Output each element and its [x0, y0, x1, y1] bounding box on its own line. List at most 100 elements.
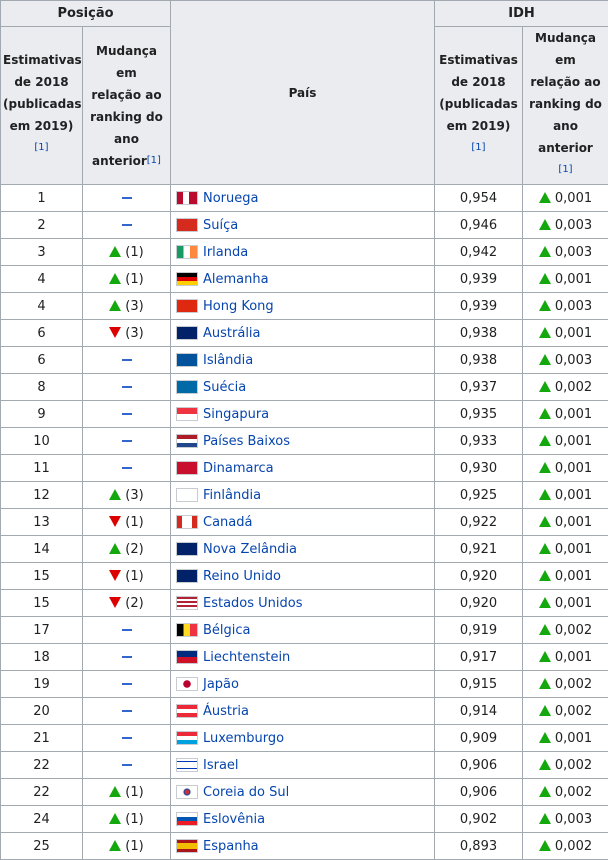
country-cell: Finlândia	[171, 482, 435, 509]
country-link[interactable]: Israel	[203, 758, 239, 773]
usa-flag-icon	[176, 596, 198, 610]
uk-flag-icon	[176, 569, 198, 583]
no-change-icon	[122, 710, 132, 712]
rank-change-header: Mudança em relação ao ranking do ano ant…	[83, 27, 171, 185]
canada-flag-icon	[176, 515, 198, 529]
rank-down-icon	[109, 597, 121, 608]
idh-change-value: 0,001	[555, 569, 592, 584]
rank-change-cell	[83, 374, 171, 401]
country-link[interactable]: Liechtenstein	[203, 650, 290, 665]
rank-change-value: (1)	[125, 272, 143, 287]
rank-cell: 22	[1, 752, 83, 779]
country-cell: Irlanda	[171, 239, 435, 266]
idh-change-value: 0,001	[555, 191, 592, 206]
idh-cell: 0,942	[435, 239, 523, 266]
reference-link[interactable]: [1]	[147, 155, 161, 166]
country-link[interactable]: Dinamarca	[203, 461, 274, 476]
rank-cell: 25	[1, 833, 83, 860]
country-link[interactable]: Canadá	[203, 515, 252, 530]
idh-up-icon	[539, 840, 551, 851]
no-change-icon	[122, 629, 132, 631]
idh-change-value: 0,002	[555, 839, 592, 854]
idh-up-icon	[539, 462, 551, 473]
country-link[interactable]: Hong Kong	[203, 299, 274, 314]
idh-change-value: 0,002	[555, 758, 592, 773]
idh-change-cell: 0,002	[523, 374, 608, 401]
country-link[interactable]: Suíça	[203, 218, 238, 233]
reference-link[interactable]: [1]	[34, 142, 48, 153]
idh-up-icon	[539, 543, 551, 554]
idh-change-cell: 0,003	[523, 212, 608, 239]
rank-change-cell: (2)	[83, 590, 171, 617]
table-row: 18Liechtenstein0,9170,001	[1, 644, 608, 671]
country-link[interactable]: Nova Zelândia	[203, 542, 297, 557]
rank-cell: 6	[1, 320, 83, 347]
idh-change-value: 0,003	[555, 245, 592, 260]
country-link[interactable]: Áustria	[203, 704, 249, 719]
table-row: 22Israel0,9060,002	[1, 752, 608, 779]
country-cell: Canadá	[171, 509, 435, 536]
idh-up-icon	[539, 435, 551, 446]
rank-down-icon	[109, 516, 121, 527]
rank-up-icon	[109, 273, 121, 284]
country-link[interactable]: Estados Unidos	[203, 596, 303, 611]
country-link[interactable]: Reino Unido	[203, 569, 281, 584]
rank-up-icon	[109, 543, 121, 554]
idh-change-cell: 0,002	[523, 752, 608, 779]
country-link[interactable]: Singapura	[203, 407, 269, 422]
no-change-icon	[122, 224, 132, 226]
country-link[interactable]: Eslovênia	[203, 812, 265, 827]
table-row: 25(1)Espanha0,8930,002	[1, 833, 608, 860]
idh-change-value: 0,001	[555, 650, 592, 665]
reference-link[interactable]: [1]	[471, 142, 485, 153]
idh-header: IDH	[435, 1, 608, 27]
table-row: 11Dinamarca0,9300,001	[1, 455, 608, 482]
country-link[interactable]: Islândia	[203, 353, 253, 368]
reference-link[interactable]: [1]	[558, 164, 572, 175]
rank-change-cell	[83, 644, 171, 671]
country-link[interactable]: Alemanha	[203, 272, 269, 287]
idh-change-cell: 0,001	[523, 644, 608, 671]
idh-cell: 0,917	[435, 644, 523, 671]
country-link[interactable]: Países Baixos	[203, 434, 290, 449]
idh-cell: 0,893	[435, 833, 523, 860]
singapore-flag-icon	[176, 407, 198, 421]
country-link[interactable]: Bélgica	[203, 623, 251, 638]
country-link[interactable]: Irlanda	[203, 245, 248, 260]
idh-change-value: 0,002	[555, 677, 592, 692]
country-link[interactable]: Austrália	[203, 326, 261, 341]
idh-cell: 0,922	[435, 509, 523, 536]
country-link[interactable]: Noruega	[203, 191, 258, 206]
table-row: 19Japão0,9150,002	[1, 671, 608, 698]
rank-change-cell: (1)	[83, 806, 171, 833]
country-link[interactable]: Coreia do Sul	[203, 785, 289, 800]
idh-up-icon	[539, 408, 551, 419]
rank-cell: 15	[1, 590, 83, 617]
netherlands-flag-icon	[176, 434, 198, 448]
idh-change-cell: 0,001	[523, 455, 608, 482]
idh-up-icon	[539, 381, 551, 392]
idh-change-value: 0,001	[555, 461, 592, 476]
rank-cell: 8	[1, 374, 83, 401]
idh-up-icon	[539, 246, 551, 257]
country-link[interactable]: Suécia	[203, 380, 246, 395]
country-cell: Coreia do Sul	[171, 779, 435, 806]
country-link[interactable]: Finlândia	[203, 488, 261, 503]
idh-cell: 0,938	[435, 347, 523, 374]
country-link[interactable]: Espanha	[203, 839, 259, 854]
idh-change-value: 0,001	[555, 407, 592, 422]
idh-change-value: 0,001	[555, 542, 592, 557]
no-change-icon	[122, 359, 132, 361]
idh-change-cell: 0,003	[523, 239, 608, 266]
idh-change-cell: 0,002	[523, 833, 608, 860]
idh-change-cell: 0,001	[523, 563, 608, 590]
idh-cell: 0,915	[435, 671, 523, 698]
rank-up-icon	[109, 300, 121, 311]
idh-change-value: 0,001	[555, 272, 592, 287]
country-link[interactable]: Luxemburgo	[203, 731, 284, 746]
country-link[interactable]: Japão	[203, 677, 239, 692]
rank-cell: 12	[1, 482, 83, 509]
country-cell: Nova Zelândia	[171, 536, 435, 563]
country-cell: Reino Unido	[171, 563, 435, 590]
country-cell: Suíça	[171, 212, 435, 239]
